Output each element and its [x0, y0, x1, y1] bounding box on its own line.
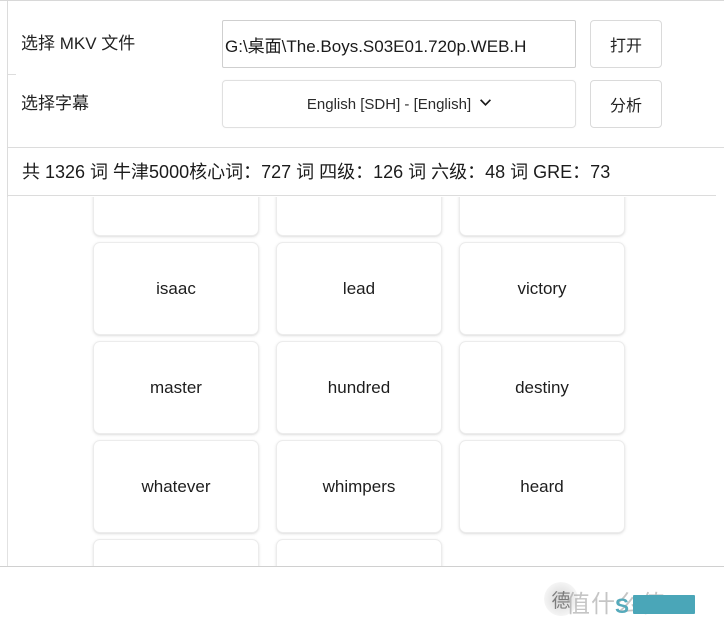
- word-card[interactable]: [276, 539, 442, 566]
- word-card[interactable]: destiny: [459, 341, 625, 434]
- word-card[interactable]: whimpers: [276, 440, 442, 533]
- file-path-input[interactable]: [222, 20, 576, 68]
- word-card-label: heard: [520, 476, 564, 496]
- subtitle-label: 选择字幕: [21, 93, 89, 113]
- word-card[interactable]: [93, 539, 259, 566]
- file-row: 选择 MKV 文件 打开: [8, 14, 724, 74]
- word-card[interactable]: lead: [276, 242, 442, 335]
- word-card-label: lead: [342, 278, 376, 298]
- open-button[interactable]: 打开: [590, 20, 662, 68]
- word-card[interactable]: master: [93, 341, 259, 434]
- word-list-scroll-area[interactable]: tremble knife abraham isaac lead victory maste…: [8, 197, 724, 566]
- word-card-label: destiny: [515, 377, 569, 397]
- word-card-label: hundred: [327, 377, 391, 397]
- page-bottom-area: [0, 567, 724, 623]
- chevron-down-icon: [480, 97, 492, 108]
- app-window: 选择 MKV 文件 打开 选择字幕 English [SDH] - [Engli…: [0, 0, 724, 567]
- word-card[interactable]: hundred: [276, 341, 442, 434]
- word-card[interactable]: isaac: [93, 242, 259, 335]
- stats-bar: 共 1326 词 牛津5000核心词：727 词 四级：126 词 六级：48 …: [8, 148, 716, 196]
- word-card-label: master: [150, 377, 202, 397]
- word-card[interactable]: whatever: [93, 440, 259, 533]
- subtitle-select[interactable]: English [SDH] - [English]: [222, 80, 576, 128]
- analyze-button[interactable]: 分析: [590, 80, 662, 128]
- word-card[interactable]: knife: [276, 197, 442, 236]
- word-card-label: abraham: [508, 197, 575, 200]
- word-card-label: knife: [341, 197, 377, 200]
- stats-summary-text: 共 1326 词 牛津5000核心词：727 词 四级：126 词 六级：48 …: [22, 162, 611, 182]
- subtitle-row: 选择字幕 English [SDH] - [English] 分析: [8, 74, 724, 134]
- word-card[interactable]: heard: [459, 440, 625, 533]
- word-card[interactable]: victory: [459, 242, 625, 335]
- subtitle-select-value: English [SDH] - [English]: [306, 95, 472, 113]
- word-card-label: victory: [517, 278, 567, 298]
- word-card-label: whatever: [141, 476, 211, 496]
- file-label: 选择 MKV 文件: [21, 33, 136, 53]
- word-card-label: isaac: [156, 278, 196, 298]
- vertical-scrollbar[interactable]: [715, 197, 724, 566]
- word-card[interactable]: tremble: [93, 197, 259, 236]
- word-card[interactable]: abraham: [459, 197, 625, 236]
- word-grid: tremble knife abraham isaac lead victory maste…: [93, 197, 625, 566]
- word-card-label: tremble: [148, 197, 205, 200]
- form-header: 选择 MKV 文件 打开 选择字幕 English [SDH] - [Engli…: [8, 2, 724, 148]
- word-card-label: whimpers: [322, 476, 396, 496]
